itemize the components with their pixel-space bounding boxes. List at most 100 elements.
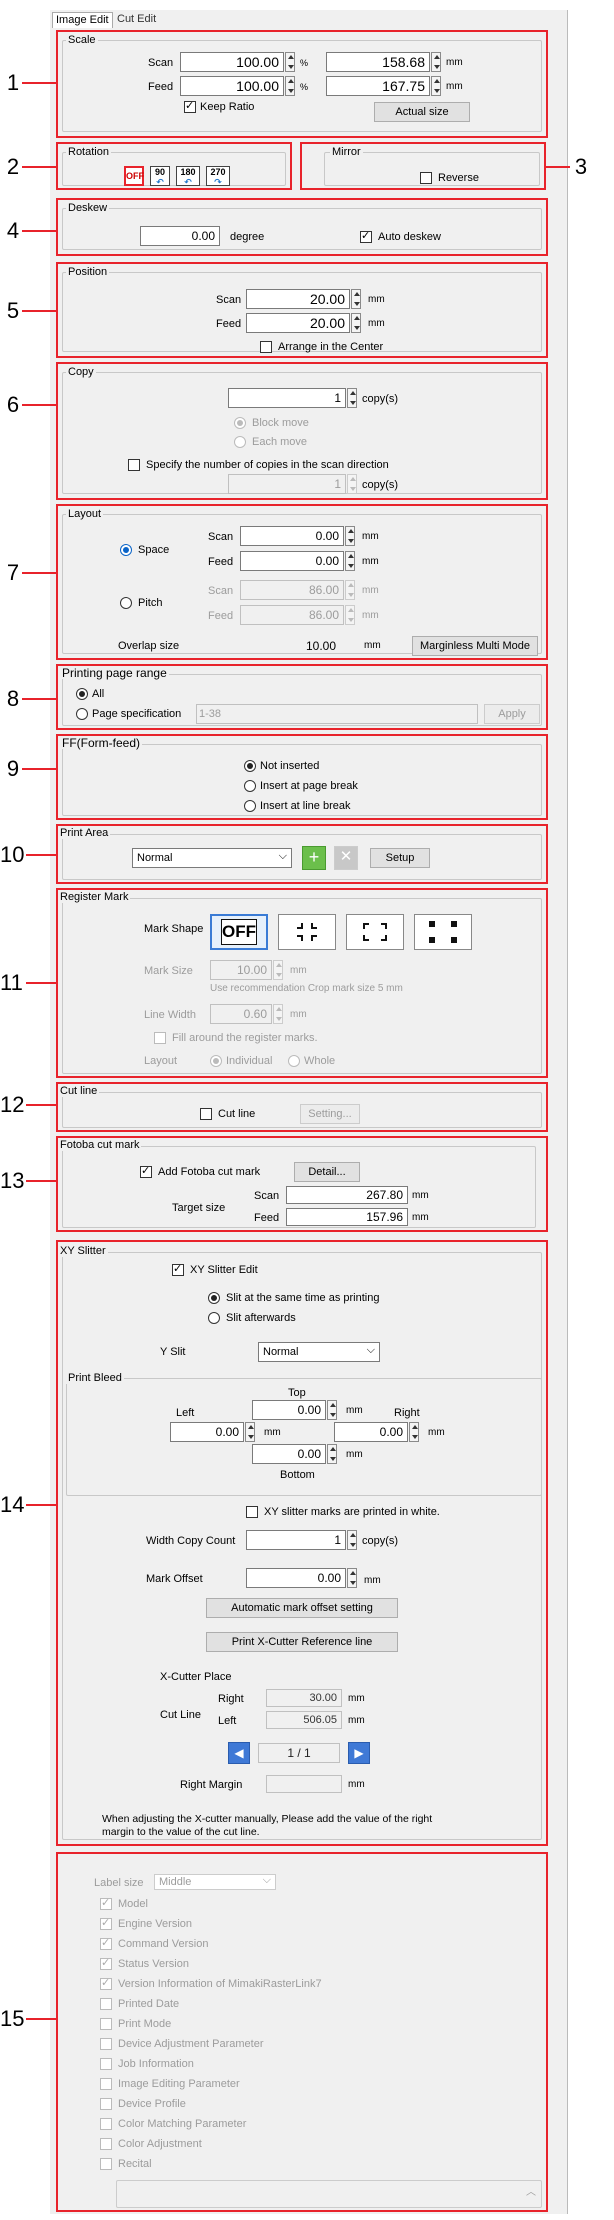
whole-radio[interactable] [288,1055,300,1067]
marginless-multi-mode-button[interactable]: Marginless Multi Mode [412,636,538,656]
bleed-top-input[interactable]: 0.00 [252,1400,326,1420]
slit-afterwards-radio[interactable] [208,1312,220,1324]
scale-scan-mm-spinner[interactable] [431,52,441,72]
apply-button[interactable]: Apply [484,704,540,724]
xy-slitter-edit-checkbox[interactable] [172,1262,184,1276]
scale-feed-percent-input[interactable]: 100.00 [180,76,284,96]
add-fotoba-checkbox[interactable] [140,1164,152,1178]
label-item-checkbox[interactable] [100,1976,112,1990]
print-area-select[interactable]: Normal [132,847,292,868]
bleed-right-input[interactable]: 0.00 [334,1422,408,1442]
scan-copies-spinner[interactable] [347,474,357,494]
position-feed-spinner[interactable] [351,313,361,333]
bleed-bottom-spinner[interactable] [327,1444,337,1464]
pitch-feed-spinner[interactable] [345,605,355,625]
label-item-checkbox[interactable] [100,2018,112,2030]
scale-scan-percent-spinner[interactable] [285,52,295,72]
auto-deskew-checkbox[interactable] [360,229,372,243]
fotoba-feed-input[interactable]: 157.96 [286,1208,408,1226]
scale-feed-mm-spinner[interactable] [431,76,441,96]
bleed-left-input[interactable]: 0.00 [170,1422,244,1442]
pitch-scan-spinner[interactable] [345,580,355,600]
line-width-input[interactable]: 0.60 [210,1004,272,1024]
pitch-radio[interactable] [120,597,132,609]
line-break-radio[interactable] [244,800,256,812]
copy-count-input[interactable]: 1 [228,388,346,408]
mark-offset-input[interactable]: 0.00 [246,1568,346,1588]
space-scan-input[interactable]: 0.00 [240,526,344,546]
y-slit-select[interactable]: Normal [258,1341,380,1362]
label-item-checkbox[interactable] [100,1936,112,1950]
all-pages-radio[interactable] [76,688,88,700]
label-item-checkbox[interactable] [100,2038,112,2050]
add-area-icon[interactable]: + [302,846,326,870]
each-move-radio[interactable] [234,436,246,448]
mark-shape-corner-out[interactable] [346,914,404,950]
bleed-bottom-input[interactable]: 0.00 [252,1444,326,1464]
line-width-spinner[interactable] [273,1004,283,1024]
scan-copies-input[interactable]: 1 [228,474,346,494]
label-item-checkbox[interactable] [100,2078,112,2090]
width-copy-count-spinner[interactable] [347,1530,357,1550]
mark-shape-square[interactable] [414,914,472,950]
tab-image-edit[interactable]: Image Edit [52,12,113,28]
rotate-180-button[interactable]: 180 ↶ [176,166,200,187]
keep-ratio-checkbox[interactable] [184,99,196,113]
width-copy-count-input[interactable]: 1 [246,1530,346,1550]
label-item-checkbox[interactable] [100,1896,112,1910]
label-item-checkbox[interactable] [100,2138,112,2150]
label-item-checkbox[interactable] [100,2058,112,2070]
pitch-feed-input[interactable]: 86.00 [240,605,344,625]
specify-copies-checkbox[interactable] [128,459,140,471]
label-item-checkbox[interactable] [100,1916,112,1930]
actual-size-button[interactable]: Actual size [374,102,470,122]
mark-offset-spinner[interactable] [347,1568,357,1588]
mark-size-spinner[interactable] [273,960,283,980]
scroll-up-icon[interactable]: ︿ [526,2186,536,2200]
delete-area-icon[interactable]: ✕ [334,846,358,870]
print-reference-line-button[interactable]: Print X-Cutter Reference line [206,1632,398,1652]
copy-count-spinner[interactable] [347,388,357,408]
position-feed-input[interactable]: 20.00 [246,313,350,333]
label-item-checkbox[interactable] [100,2158,112,2170]
scale-feed-mm-input[interactable]: 167.75 [326,76,430,96]
bleed-top-spinner[interactable] [327,1400,337,1420]
arrange-center-checkbox[interactable] [260,341,272,353]
space-radio[interactable] [120,544,132,556]
xy-white-checkbox[interactable] [246,1506,258,1518]
block-move-radio[interactable] [234,417,246,429]
fotoba-detail-button[interactable]: Detail... [294,1162,360,1182]
cut-line-setting-button[interactable]: Setting... [300,1104,360,1124]
individual-radio[interactable] [210,1055,222,1067]
mark-shape-corner-in[interactable] [278,914,336,950]
label-size-select[interactable]: Middle [154,1873,276,1890]
label-item-checkbox[interactable] [100,1956,112,1970]
bleed-left-spinner[interactable] [245,1422,255,1442]
page-spec-input[interactable]: 1-38 [196,704,478,724]
prev-page-icon[interactable]: ◀ [228,1742,250,1764]
tab-cut-edit[interactable]: Cut Edit [114,12,160,28]
space-feed-input[interactable]: 0.00 [240,551,344,571]
rotate-270-button[interactable]: 270 ↷ [206,166,230,187]
rotate-off-button[interactable]: OFF [124,166,144,186]
label-item-checkbox[interactable] [100,2118,112,2130]
deskew-degree-input[interactable]: 0.00 [140,226,220,246]
mark-size-input[interactable]: 10.00 [210,960,272,980]
scale-feed-percent-spinner[interactable] [285,76,295,96]
label-item-checkbox[interactable] [100,2098,112,2110]
scale-scan-mm-input[interactable]: 158.68 [326,52,430,72]
label-item-checkbox[interactable] [100,1998,112,2010]
space-feed-spinner[interactable] [345,551,355,571]
scale-scan-percent-input[interactable]: 100.00 [180,52,284,72]
not-inserted-radio[interactable] [244,760,256,772]
setup-button[interactable]: Setup [370,848,430,868]
page-spec-radio[interactable] [76,708,88,720]
pitch-scan-input[interactable]: 86.00 [240,580,344,600]
rotate-90-button[interactable]: 90 ↶ [150,166,170,187]
mark-shape-off[interactable]: OFF [210,914,268,950]
page-break-radio[interactable] [244,780,256,792]
reverse-checkbox[interactable] [420,172,432,184]
next-page-icon[interactable]: ▶ [348,1742,370,1764]
cut-line-checkbox[interactable] [200,1108,212,1120]
space-scan-spinner[interactable] [345,526,355,546]
